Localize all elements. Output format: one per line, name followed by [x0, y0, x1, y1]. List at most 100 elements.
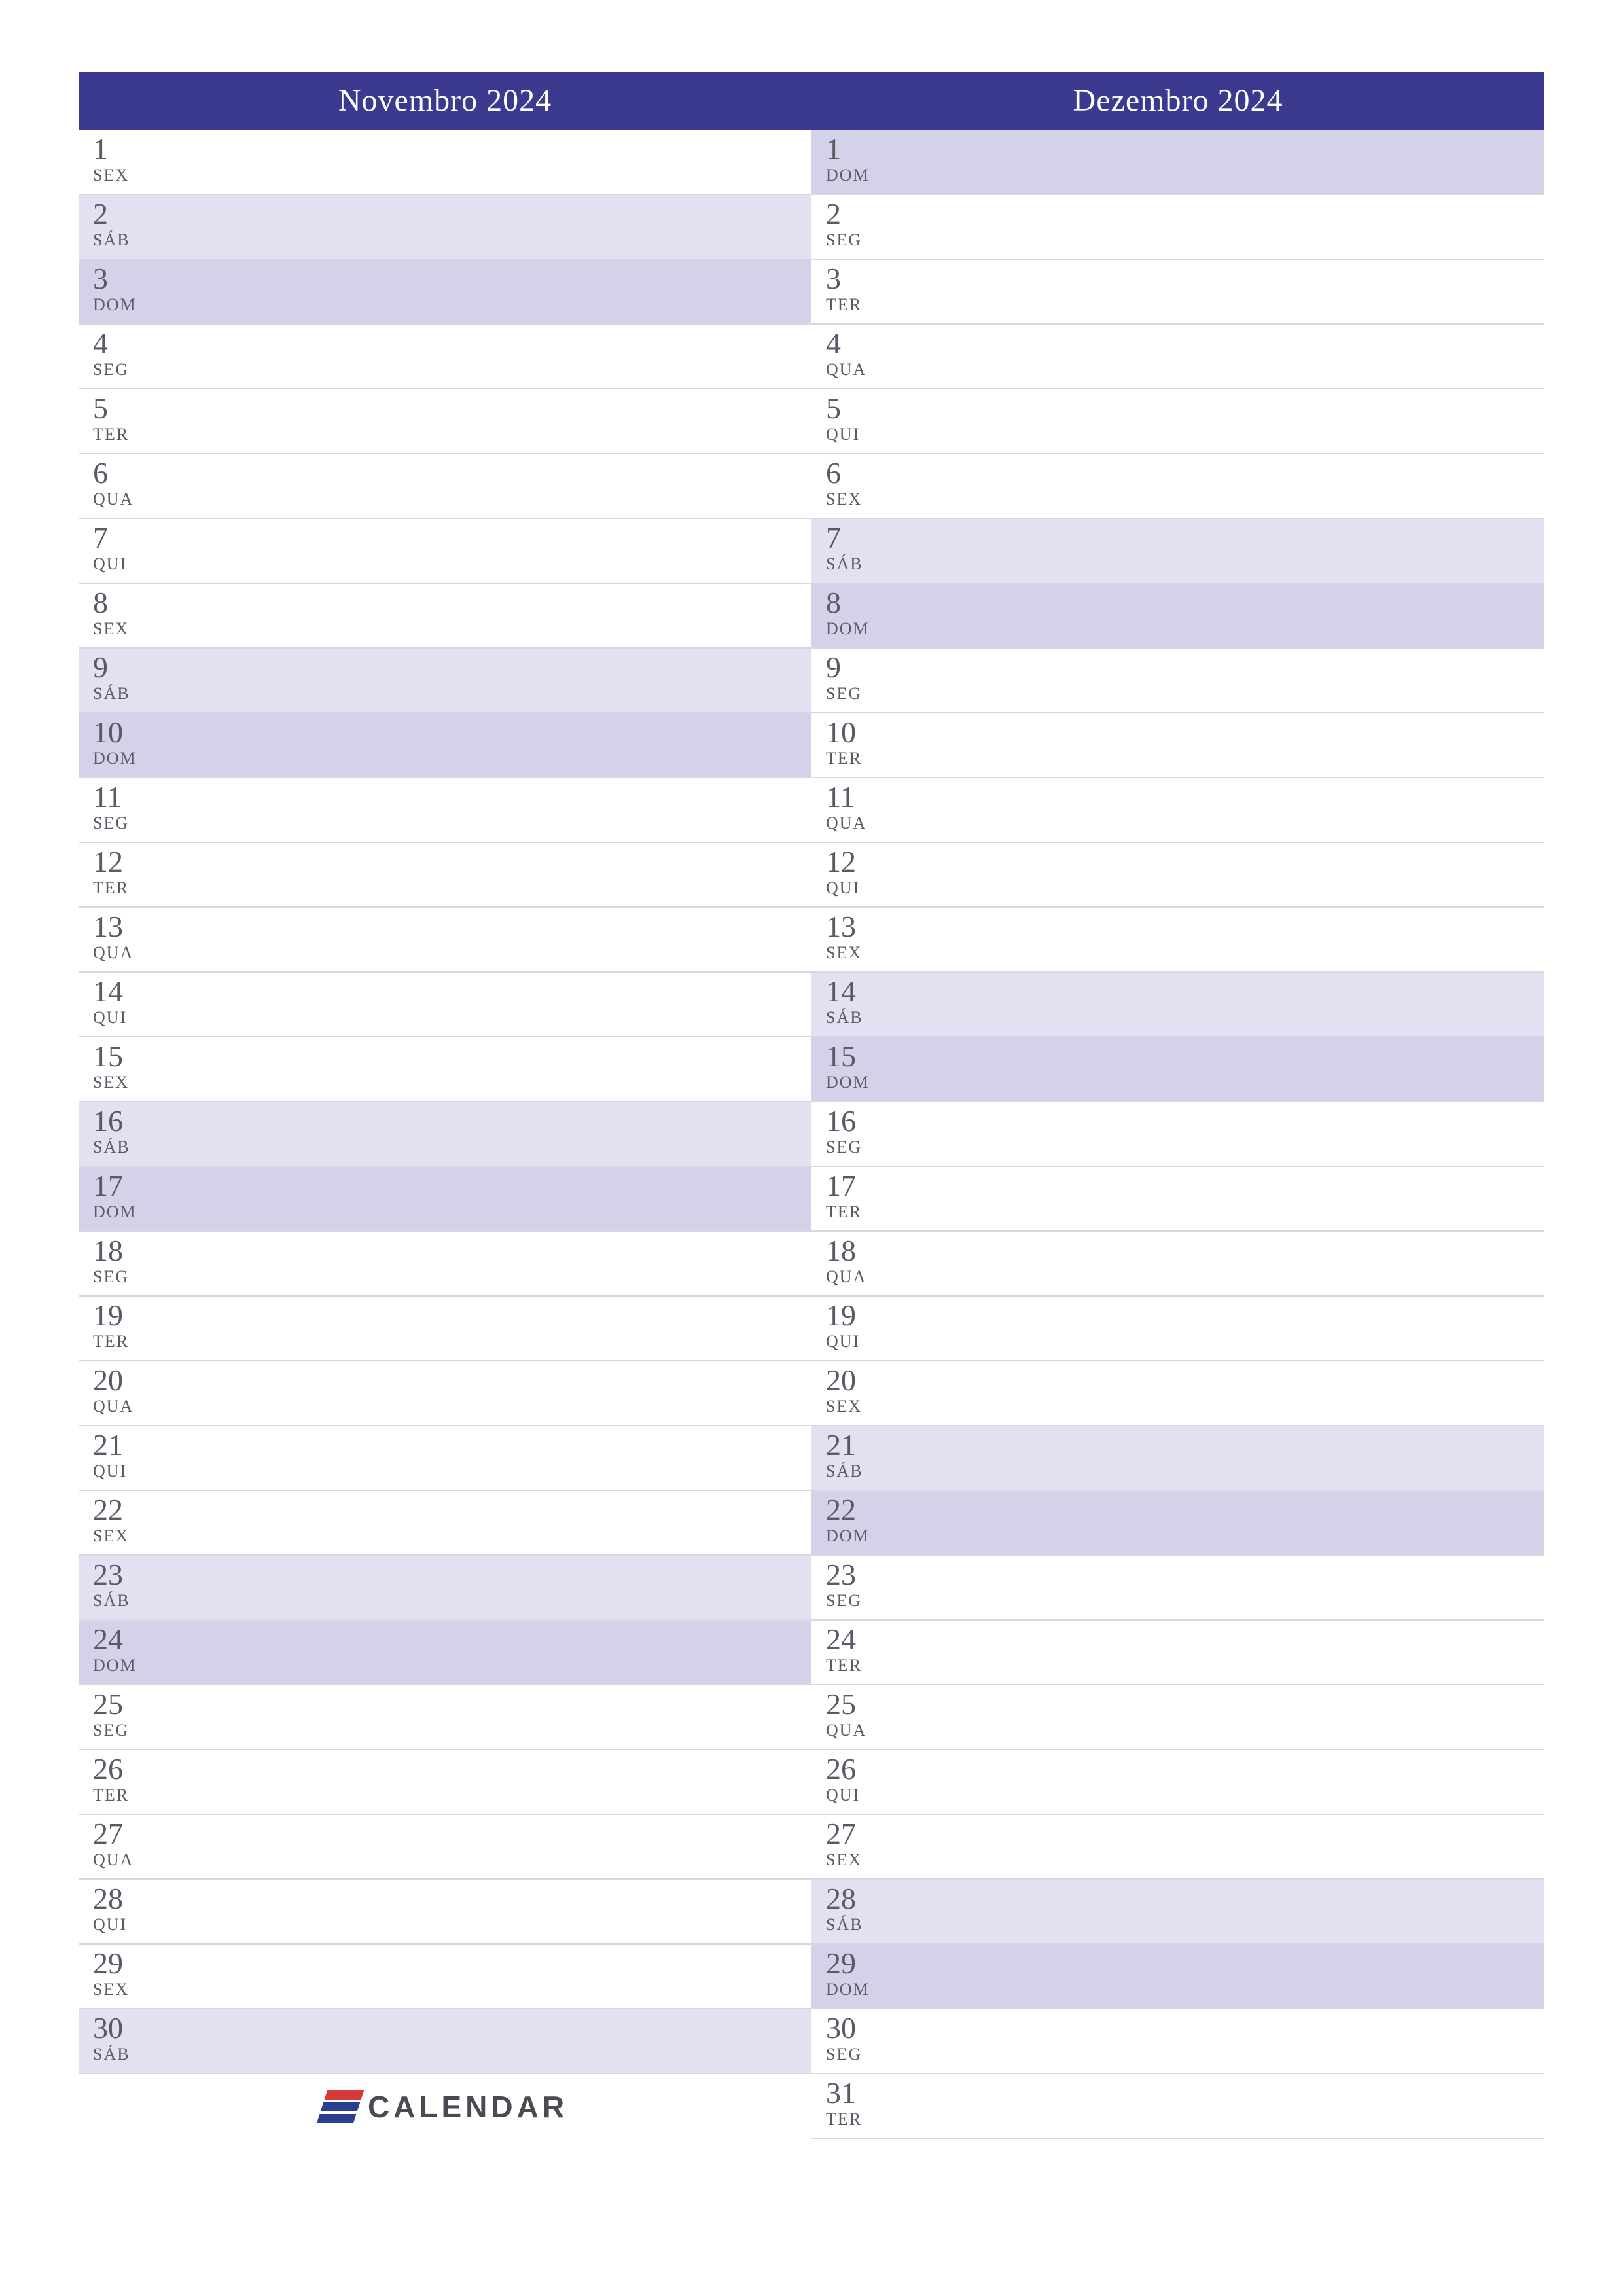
day-number: 15 — [93, 1041, 812, 1071]
day-row: 19TER — [79, 1297, 812, 1361]
day-weekday: SEX — [826, 1397, 1544, 1416]
day-row: 9SEG — [812, 649, 1544, 713]
day-weekday: SEX — [826, 943, 1544, 963]
day-weekday: QUA — [93, 1397, 812, 1416]
day-number: 28 — [93, 1884, 812, 1914]
day-number: 3 — [93, 264, 812, 294]
day-number: 26 — [93, 1754, 812, 1784]
month-column-1: Dezembro 2024 1DOM2SEG3TER4QUA5QUI6SEX7S… — [812, 72, 1544, 2139]
day-weekday: SEG — [826, 2045, 1544, 2064]
day-number: 20 — [93, 1365, 812, 1395]
day-weekday: TER — [93, 1332, 812, 1352]
day-weekday: SEX — [93, 1980, 812, 2000]
day-number: 22 — [826, 1495, 1544, 1525]
day-row: 2SÁB — [79, 195, 812, 260]
day-row: 5TER — [79, 389, 812, 454]
day-weekday: SEX — [93, 1073, 812, 1092]
day-weekday: DOM — [93, 749, 812, 768]
day-number: 6 — [826, 458, 1544, 488]
day-number: 23 — [826, 1560, 1544, 1590]
day-row: 3DOM — [79, 260, 812, 325]
day-number: 31 — [826, 2078, 1544, 2108]
day-weekday: DOM — [826, 1073, 1544, 1092]
day-weekday: QUA — [826, 814, 1544, 833]
day-row: 14SÁB — [812, 973, 1544, 1037]
day-number: 24 — [93, 1624, 812, 1655]
day-weekday: TER — [826, 749, 1544, 768]
day-weekday: QUA — [93, 1850, 812, 1870]
day-number: 8 — [826, 588, 1544, 618]
day-weekday: SEG — [826, 1591, 1544, 1611]
day-row: 23SÁB — [79, 1556, 812, 1621]
day-number: 4 — [826, 329, 1544, 359]
day-weekday: DOM — [93, 1656, 812, 1676]
day-row: 16 SEG — [812, 1102, 1544, 1167]
day-number: 22 — [93, 1495, 812, 1525]
day-row: 17DOM — [79, 1167, 812, 1232]
day-row: 6SEX — [812, 454, 1544, 519]
day-weekday: SEG — [826, 230, 1544, 250]
day-row: 26QUI — [812, 1750, 1544, 1815]
day-number: 21 — [93, 1430, 812, 1460]
day-row: 26TER — [79, 1750, 812, 1815]
day-weekday: DOM — [826, 166, 1544, 185]
day-row: 29DOM — [812, 1945, 1544, 2009]
day-weekday: SEG — [826, 684, 1544, 704]
day-row: 17TER — [812, 1167, 1544, 1232]
day-row: 30 SEG — [812, 2009, 1544, 2074]
day-number: 16 — [826, 1106, 1544, 1136]
day-row: 12TER — [79, 843, 812, 908]
day-number: 24 — [826, 1624, 1544, 1655]
day-number: 2 — [93, 199, 812, 229]
day-row: 24DOM — [79, 1621, 812, 1685]
month-header-1: Dezembro 2024 — [812, 72, 1544, 130]
day-number: 14 — [93, 977, 812, 1007]
day-number: 25 — [826, 1689, 1544, 1719]
day-number: 15 — [826, 1041, 1544, 1071]
day-weekday: SÁB — [93, 230, 812, 250]
day-row: 27SEX — [812, 1815, 1544, 1880]
day-row: 4QUA — [812, 325, 1544, 389]
day-weekday: SEX — [826, 1850, 1544, 1870]
day-row: 4SEG — [79, 325, 812, 389]
day-number: 25 — [93, 1689, 812, 1719]
day-number: 12 — [93, 847, 812, 877]
day-weekday: SEX — [93, 619, 812, 639]
day-weekday: TER — [826, 1656, 1544, 1676]
day-number: 17 — [93, 1171, 812, 1201]
day-weekday: SÁB — [93, 684, 812, 704]
day-number: 27 — [93, 1819, 812, 1849]
day-row: 18SEG — [79, 1232, 812, 1297]
month-header-0: Novembro 2024 — [79, 72, 812, 130]
day-number: 18 — [93, 1236, 812, 1266]
day-weekday: TER — [826, 2109, 1544, 2129]
day-row: 28QUI — [79, 1880, 812, 1945]
day-row: 24TER — [812, 1621, 1544, 1685]
day-weekday: TER — [826, 1202, 1544, 1222]
day-number: 21 — [826, 1430, 1544, 1460]
day-row: 1SEX — [79, 130, 812, 195]
day-row: 21QUI — [79, 1426, 812, 1491]
day-row: 7QUI — [79, 519, 812, 584]
day-row: 14QUI — [79, 973, 812, 1037]
month-column-0: Novembro 2024 1SEX2SÁB3DOM4SEG5TER6QUA7Q… — [79, 72, 812, 2139]
day-weekday: QUI — [93, 554, 812, 574]
day-row: 22SEX — [79, 1491, 812, 1556]
day-weekday: QUI — [826, 878, 1544, 898]
day-weekday: TER — [826, 295, 1544, 315]
day-weekday: QUA — [93, 943, 812, 963]
day-weekday: SEG — [826, 1138, 1544, 1157]
day-number: 2 — [826, 199, 1544, 229]
day-row: 8DOM — [812, 584, 1544, 649]
day-weekday: TER — [93, 878, 812, 898]
day-weekday: SEG — [93, 1267, 812, 1287]
day-number: 29 — [93, 1948, 812, 1979]
day-weekday: SÁB — [826, 1462, 1544, 1481]
day-weekday: SÁB — [93, 1138, 812, 1157]
day-number: 3 — [826, 264, 1544, 294]
day-number: 30 — [826, 2013, 1544, 2043]
day-weekday: SEX — [93, 1526, 812, 1546]
day-weekday: SÁB — [93, 2045, 812, 2064]
day-number: 9 — [93, 653, 812, 683]
day-row: 7SÁB — [812, 519, 1544, 584]
